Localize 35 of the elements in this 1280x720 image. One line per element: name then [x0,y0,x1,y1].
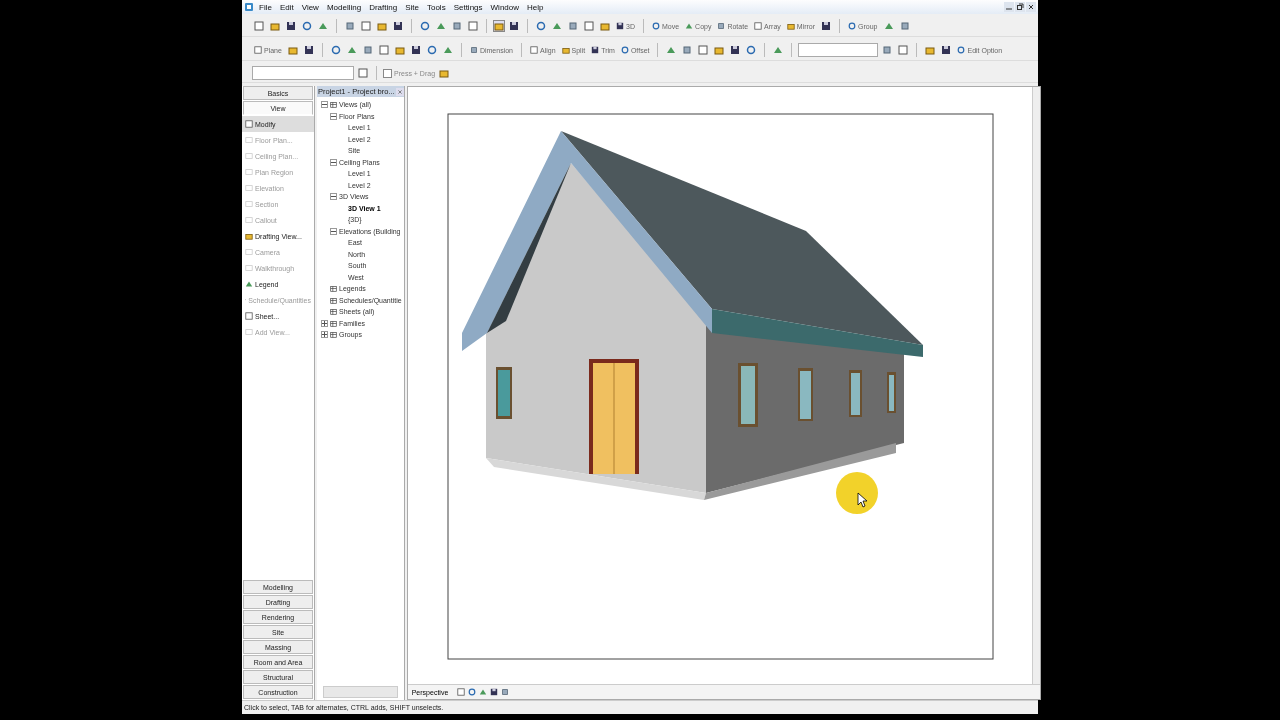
collapse-toggle[interactable] [321,101,328,109]
scrollbar[interactable] [323,686,398,698]
menu-item[interactable]: Tools [423,2,449,12]
collapse-toggle[interactable] [330,193,337,201]
menu-item[interactable]: Modelling [323,2,365,12]
scrollbar[interactable] [1031,87,1040,684]
menu-item[interactable]: Site [402,2,422,12]
folder-icon [330,308,337,316]
view-control-icon [490,688,499,696]
menu-item[interactable]: Settings [450,2,486,12]
close-icon [1026,2,1036,12]
expand-toggle[interactable] [321,331,328,339]
dropdown-field[interactable] [798,43,879,57]
menu-item[interactable]: Window [487,2,522,12]
collapse-toggle[interactable] [330,112,337,120]
folder-icon [330,101,337,109]
folder-icon [330,331,337,339]
close-icon [395,87,404,96]
menu-item[interactable]: Edit [276,2,297,12]
folder-icon [330,319,337,327]
app-logo-icon [244,2,254,12]
collapse-toggle[interactable] [330,227,337,235]
menu-item[interactable]: Drafting [366,2,401,12]
collapse-toggle[interactable] [330,158,337,166]
menu-item[interactable]: Help [524,2,547,12]
restore-icon [1015,2,1025,12]
minimize-icon [1004,2,1014,12]
dropdown-field[interactable] [252,66,354,80]
menu-item[interactable]: View [298,2,322,12]
view-control-icon [501,688,510,696]
menu-item[interactable]: File [256,2,275,12]
checkbox[interactable] [383,68,392,78]
folder-icon [330,296,337,304]
expand-toggle[interactable] [321,319,328,327]
folder-icon [330,285,337,293]
